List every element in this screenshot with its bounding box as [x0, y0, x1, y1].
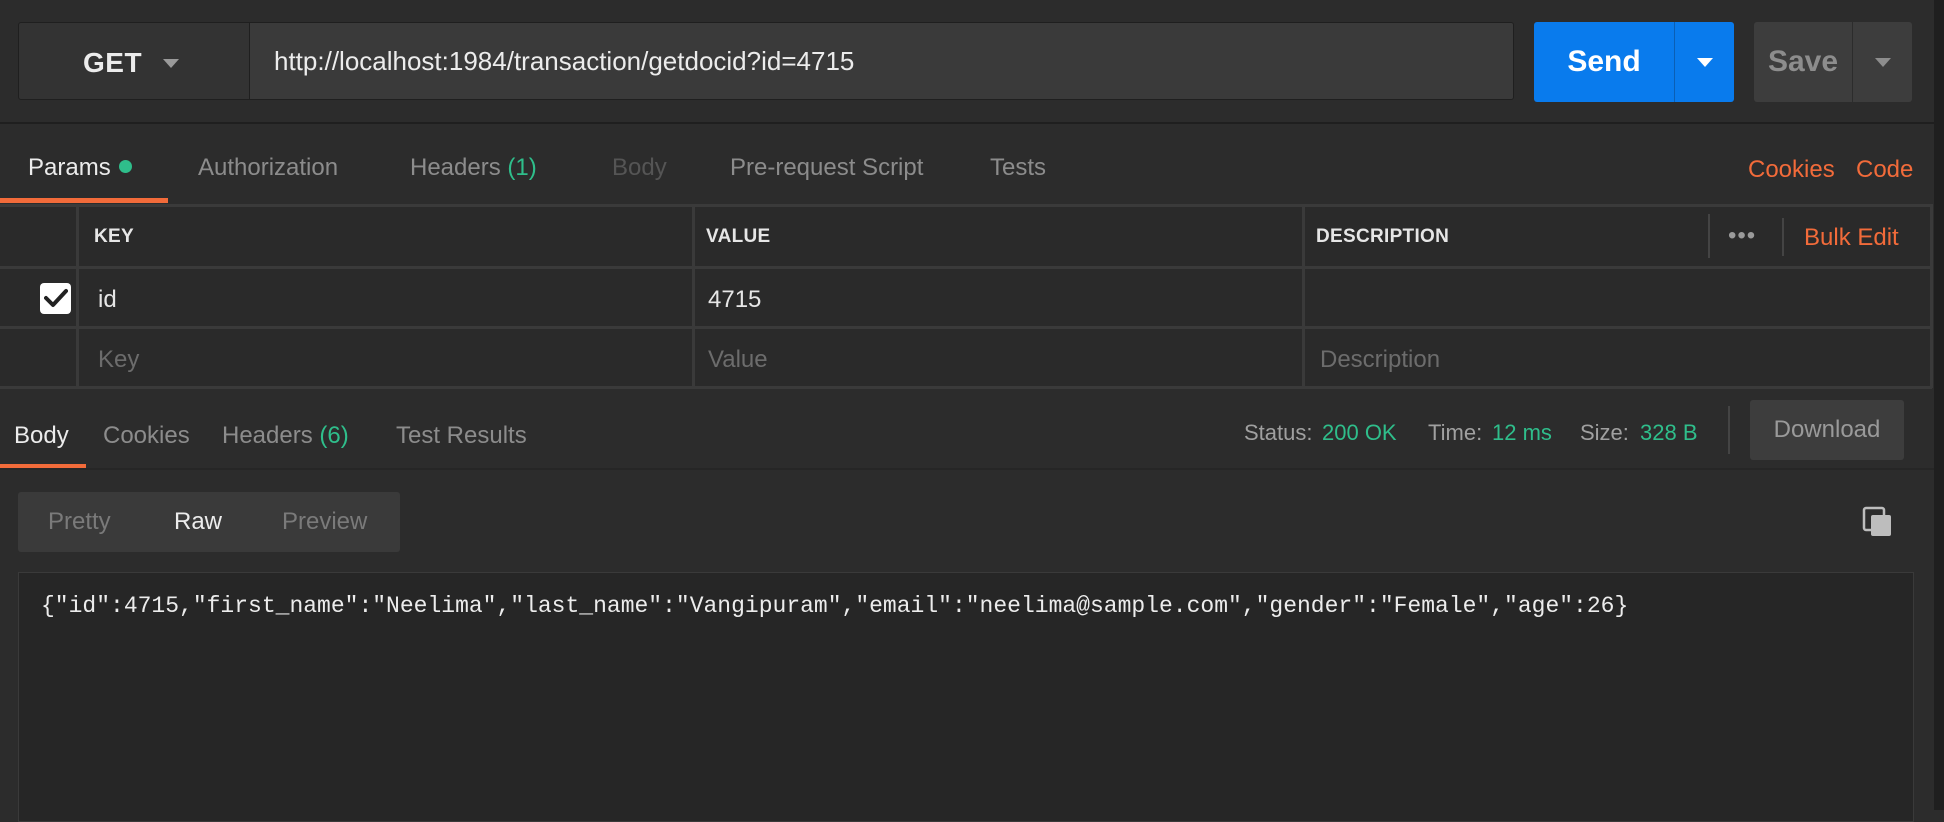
table-border	[0, 204, 1932, 207]
status-value[interactable]: 200 OK	[1322, 420, 1397, 446]
new-key-input[interactable]: Key	[98, 346, 139, 374]
table-border	[76, 204, 79, 388]
tab-prerequest-script[interactable]: Pre-request Script	[730, 154, 923, 182]
time-value[interactable]: 12 ms	[1492, 420, 1552, 446]
response-body-area[interactable]: {"id":4715,"first_name":"Neelima","last_…	[18, 572, 1914, 822]
view-mode-raw[interactable]: Raw	[174, 508, 222, 536]
response-tab-headers[interactable]: Headers (6)	[222, 422, 349, 450]
cookies-link[interactable]: Cookies	[1748, 156, 1835, 184]
new-description-input[interactable]: Description	[1320, 346, 1440, 374]
response-body-text: {"id":4715,"first_name":"Neelima","last_…	[41, 593, 1629, 619]
param-value-cell[interactable]: 4715	[708, 286, 761, 314]
param-enabled-checkbox[interactable]	[40, 283, 71, 314]
save-options-button[interactable]	[1852, 22, 1912, 102]
divider	[0, 122, 1934, 124]
bulk-edit-link[interactable]: Bulk Edit	[1804, 224, 1899, 252]
status-label: Status:	[1244, 420, 1313, 445]
chevron-down-icon	[1875, 58, 1891, 67]
tab-headers[interactable]: Headers (1)	[410, 154, 537, 182]
more-horizontal-icon[interactable]: •••	[1728, 222, 1756, 250]
table-border	[0, 326, 1932, 329]
send-options-button[interactable]	[1674, 22, 1734, 102]
size-value[interactable]: 328 B	[1640, 420, 1698, 446]
tab-headers-label: Headers	[410, 154, 501, 181]
response-headers-label: Headers	[222, 422, 313, 449]
status-separator	[1728, 406, 1730, 454]
headers-count: (1)	[507, 154, 537, 181]
column-header-key: KEY	[94, 226, 134, 247]
tab-tests[interactable]: Tests	[990, 154, 1046, 182]
column-header-description: DESCRIPTION	[1316, 226, 1450, 247]
code-link[interactable]: Code	[1856, 156, 1913, 184]
header-separator	[1782, 218, 1784, 256]
table-border	[1302, 204, 1305, 388]
divider	[0, 468, 1934, 470]
method-select[interactable]: GET	[18, 22, 250, 100]
active-tab-underline	[0, 198, 168, 203]
url-text: http://localhost:1984/transaction/getdoc…	[274, 46, 855, 76]
save-button[interactable]: Save	[1754, 22, 1852, 102]
chevron-down-icon	[163, 59, 179, 68]
url-input[interactable]: http://localhost:1984/transaction/getdoc…	[250, 22, 1514, 100]
chevron-down-icon	[1697, 58, 1713, 67]
tab-params[interactable]: Params	[28, 154, 132, 182]
table-border	[692, 204, 695, 388]
view-mode-selector: Pretty Raw Preview	[18, 492, 400, 552]
window-edge	[1934, 0, 1944, 810]
size-label: Size:	[1580, 420, 1629, 445]
response-tab-body[interactable]: Body	[14, 422, 69, 450]
tab-body[interactable]: Body	[612, 154, 667, 182]
table-border	[0, 266, 1932, 269]
table-border	[0, 386, 1932, 389]
time-label: Time:	[1428, 420, 1483, 445]
header-separator	[1708, 214, 1710, 258]
params-table	[0, 204, 1932, 388]
active-indicator-dot	[118, 160, 132, 174]
copy-icon[interactable]	[1862, 506, 1894, 538]
new-value-input[interactable]: Value	[708, 346, 768, 374]
response-tab-cookies[interactable]: Cookies	[103, 422, 190, 450]
tab-params-label: Params	[28, 154, 111, 181]
response-tab-test-results[interactable]: Test Results	[396, 422, 527, 450]
param-key-cell[interactable]: id	[98, 286, 117, 314]
download-button[interactable]: Download	[1750, 400, 1904, 460]
view-mode-pretty[interactable]: Pretty	[48, 508, 111, 536]
table-border	[1930, 204, 1933, 388]
checkmark-icon	[44, 289, 68, 307]
method-label: GET	[83, 47, 143, 78]
column-header-value: VALUE	[706, 226, 771, 247]
tab-authorization[interactable]: Authorization	[198, 154, 338, 182]
view-mode-preview[interactable]: Preview	[282, 508, 367, 536]
send-button[interactable]: Send	[1534, 22, 1674, 102]
response-headers-count: (6)	[319, 422, 349, 449]
